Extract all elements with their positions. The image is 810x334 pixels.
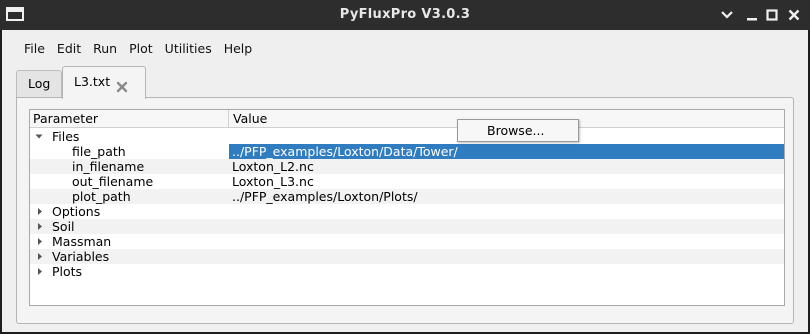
tab-l3-txt[interactable]: L3.txt [62,66,146,99]
expand-arrow-icon[interactable] [35,234,47,249]
tree-row-label: Variables [52,249,110,264]
tree-row-value[interactable]: ../PFP_examples/Loxton/Data/Tower/ [232,144,458,159]
tree-row-label: file_path [72,144,126,159]
tree-row-label: in_filename [72,159,145,174]
expand-arrow-icon[interactable] [35,264,47,279]
context-menu-browse[interactable]: Browse... [487,123,544,139]
tree-row-value[interactable]: Loxton_L3.nc [232,174,314,189]
menu-plot[interactable]: Plot [123,36,159,62]
menu-run[interactable]: Run [87,36,123,62]
app-window: PyFluxPro V3.0.3 File Edit Run Plot Util… [0,0,810,334]
tree-row-label: out_filename [72,174,154,189]
client-area: File Edit Run Plot Utilities Help Log L3… [2,30,808,332]
tree-row-plots[interactable]: Plots [30,264,784,279]
menu-utilities[interactable]: Utilities [159,36,218,62]
tree-row-label: Options [52,204,101,219]
tab-label: L3.txt [74,74,111,89]
minimize-icon[interactable] [743,6,761,24]
tree-row-label: plot_path [72,189,131,204]
tree-row-in-filename[interactable]: in_filename Loxton_L2.nc [30,159,784,174]
expand-arrow-icon[interactable] [35,204,47,219]
tree-row-out-filename[interactable]: out_filename Loxton_L3.nc [30,174,784,189]
window-title: PyFluxPro V3.0.3 [339,7,471,22]
context-menu: Browse... [457,119,579,142]
menu-help[interactable]: Help [218,36,259,62]
tree-row-value[interactable]: ../PFP_examples/Loxton/Plots/ [232,189,418,204]
tree-row-variables[interactable]: Variables [30,249,784,264]
tree-row-plot-path[interactable]: plot_path ../PFP_examples/Loxton/Plots/ [30,189,784,204]
tree-row-label: Massman [52,234,112,249]
menu-edit[interactable]: Edit [51,36,87,62]
collapse-arrow-icon[interactable] [34,129,46,144]
expand-arrow-icon[interactable] [35,249,47,264]
title-bar[interactable]: PyFluxPro V3.0.3 [0,0,810,30]
close-icon[interactable] [785,6,803,24]
tree-row-label: Plots [52,264,83,279]
tab-close-icon[interactable] [115,75,129,94]
tree-row-files[interactable]: Files [30,129,784,144]
maximize-icon[interactable] [763,6,781,24]
parameter-tree[interactable]: Parameter Value Files file_path ../PFP_e… [29,109,785,306]
tree-row-options[interactable]: Options [30,204,784,219]
menu-bar: File Edit Run Plot Utilities Help [2,36,258,62]
tree-row-file-path[interactable]: file_path ../PFP_examples/Loxton/Data/To… [30,144,784,159]
tree-row-soil[interactable]: Soil [30,219,784,234]
tab-panel: Parameter Value Files file_path ../PFP_e… [16,97,794,324]
tree-row-label: Soil [52,219,75,234]
tab-label: Log [28,76,51,91]
tree-row-label: Files [52,129,80,144]
menu-file[interactable]: File [2,36,51,62]
tree-row-value[interactable]: Loxton_L2.nc [232,159,314,174]
column-header-parameter[interactable]: Parameter [30,110,229,128]
tab-log[interactable]: Log [16,70,62,98]
tree-header: Parameter Value [30,110,784,128]
tree-row-massman[interactable]: Massman [30,234,784,249]
chevron-down-icon[interactable] [718,6,736,24]
expand-arrow-icon[interactable] [35,219,47,234]
